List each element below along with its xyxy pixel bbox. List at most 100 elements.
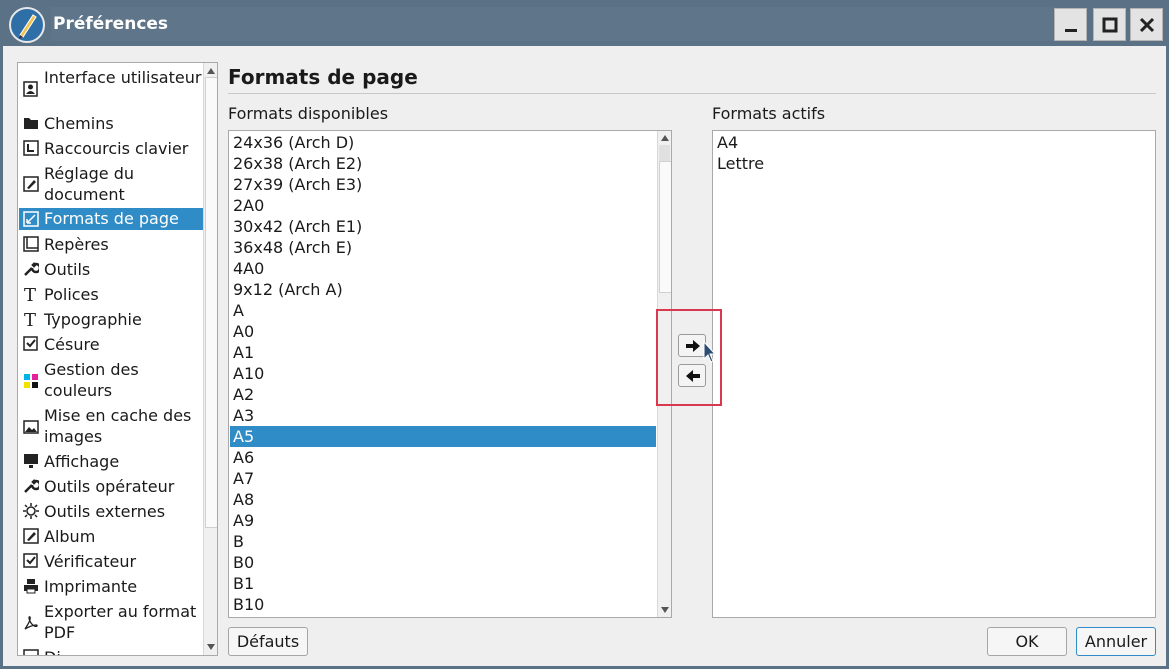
guides-icon (23, 236, 39, 252)
active-formats-list[interactable]: A4 Lettre (712, 130, 1156, 618)
sidebar-scroll-thumb[interactable] (205, 77, 217, 528)
sidebar-item-label: Polices (44, 285, 99, 304)
svg-text:T: T (24, 310, 36, 326)
sidebar-item-album[interactable]: Album (19, 526, 203, 547)
format-list-item[interactable]: A3 (230, 405, 656, 426)
format-list-item[interactable]: A10 (230, 363, 656, 384)
format-list-item[interactable]: 2A0 (230, 195, 656, 216)
printer-icon (24, 579, 38, 594)
page-size-icon (23, 211, 39, 227)
defaults-button[interactable]: Défauts (228, 627, 308, 656)
format-list-item[interactable]: 30x42 (Arch E1) (230, 216, 656, 237)
sidebar-item-label: Repères (44, 235, 109, 254)
active-format-item[interactable]: Lettre (714, 153, 1153, 174)
sidebar-item-cesure[interactable]: Césure (19, 334, 203, 355)
format-list-item[interactable]: A7 (230, 468, 656, 489)
scroll-up-icon[interactable] (661, 135, 669, 141)
active-formats-label: Formats actifs (712, 104, 826, 123)
format-list-item[interactable]: 24x36 (Arch D) (230, 132, 656, 153)
svg-text:T: T (24, 285, 36, 301)
minimize-button[interactable] (1054, 8, 1087, 41)
format-list-item[interactable]: 27x39 (Arch E3) (230, 174, 656, 195)
scroll-down-icon[interactable] (207, 644, 215, 650)
color-management-icon (24, 374, 38, 388)
sidebar-item-label: Typographie (44, 310, 142, 329)
sidebar-item-interface[interactable]: Interface utilisateur (19, 67, 203, 111)
sidebar-scrollbar[interactable] (203, 63, 217, 655)
maximize-icon (1102, 17, 1118, 33)
format-list-item[interactable]: A1 (230, 342, 656, 363)
add-format-button[interactable] (678, 334, 706, 357)
sidebar-item-label: Chemins (44, 114, 114, 133)
formats-scroll-track-upper[interactable] (659, 161, 671, 293)
sidebar-item-cache-images[interactable]: Mise en cache des images (19, 405, 203, 449)
format-list-item[interactable]: A0 (230, 321, 656, 342)
sidebar-item-label: Mise en cache des images (44, 406, 192, 446)
sidebar-item-chemins[interactable]: Chemins (19, 113, 203, 134)
remove-format-button[interactable] (678, 364, 706, 387)
sidebar-item-label: Formats de page (44, 209, 179, 228)
scroll-up-icon[interactable] (207, 68, 215, 74)
format-list-item[interactable]: A9 (230, 510, 656, 531)
format-list-item[interactable]: A6 (230, 447, 656, 468)
sidebar-item-label: Vérificateur (44, 552, 137, 571)
sidebar-item-outils-operateur[interactable]: Outils opérateur (19, 476, 203, 497)
sidebar-item-raccourcis[interactable]: Raccourcis clavier (19, 138, 203, 159)
preferences-window: Préférences Interface utilisateur Chemin… (0, 0, 1169, 669)
sidebar-item-export-pdf[interactable]: Exporter au format PDF (19, 601, 203, 645)
sidebar-item-imprimante[interactable]: Imprimante (19, 576, 203, 597)
sidebar-item-polices[interactable]: T Polices (19, 284, 203, 305)
font-icon: T (24, 285, 36, 301)
document-settings-icon (23, 176, 39, 192)
sidebar-item-formats-page[interactable]: Formats de page (19, 208, 203, 230)
typography-icon: T (24, 310, 36, 326)
format-list-item[interactable]: B (230, 531, 656, 552)
checkbox-icon (23, 336, 38, 351)
format-list-item[interactable]: A8 (230, 489, 656, 510)
sidebar-item-partial[interactable]: Di (19, 647, 203, 655)
ok-button[interactable]: OK (987, 627, 1067, 656)
document-icon (23, 649, 39, 655)
sidebar-item-reglage-document[interactable]: Réglage du document (19, 163, 203, 207)
format-list-item[interactable]: A (230, 300, 656, 321)
format-list-item[interactable]: 36x48 (Arch E) (230, 237, 656, 258)
sidebar-item-label: Album (44, 527, 96, 546)
sidebar-item-label: Gestion des couleurs (44, 360, 139, 400)
format-list-item[interactable]: B1 (230, 573, 656, 594)
app-logo-icon (9, 7, 45, 43)
available-formats-list[interactable]: 24x36 (Arch D) 26x38 (Arch E2) 27x39 (Arch… (228, 130, 672, 618)
format-list-item[interactable]: 9x12 (Arch A) (230, 279, 656, 300)
scroll-down-icon[interactable] (661, 607, 669, 613)
close-button[interactable] (1130, 8, 1163, 41)
format-list-item[interactable]: B10 (230, 594, 656, 615)
sidebar-item-reperes[interactable]: Repères (19, 234, 203, 255)
sidebar-item-verificateur[interactable]: Vérificateur (19, 551, 203, 572)
sidebar-item-typographie[interactable]: T Typographie (19, 309, 203, 330)
close-icon (1139, 17, 1155, 33)
cancel-button[interactable]: Annuler (1076, 627, 1156, 656)
sidebar-item-label: Raccourcis clavier (44, 139, 189, 158)
sidebar-item-label: Imprimante (44, 577, 138, 596)
sidebar-item-label: Outils (44, 260, 91, 279)
wrench-icon (24, 479, 39, 493)
sidebar-item-gestion-couleurs[interactable]: Gestion des couleurs (19, 359, 203, 403)
sidebar-item-outils-externes[interactable]: Outils externes (19, 501, 203, 522)
arrow-left-icon (686, 370, 700, 382)
title-bar[interactable]: Préférences (3, 3, 1166, 46)
window-title: Préférences (51, 7, 1053, 41)
formats-scroll-thumb[interactable] (659, 145, 670, 161)
format-list-item[interactable]: A2 (230, 384, 656, 405)
active-format-item[interactable]: A4 (714, 132, 1153, 153)
sidebar-item-outils[interactable]: Outils (19, 259, 203, 280)
sidebar-item-label: Césure (44, 335, 100, 354)
format-list-item[interactable]: B0 (230, 552, 656, 573)
preferences-sidebar: Interface utilisateur Chemins Raccourcis… (17, 62, 218, 656)
format-list-item[interactable]: 26x38 (Arch E2) (230, 153, 656, 174)
format-list-item[interactable]: A5 (230, 426, 656, 447)
format-list-item[interactable]: 4A0 (230, 258, 656, 279)
sidebar-item-affichage[interactable]: Affichage (19, 451, 203, 472)
checkbox-icon (23, 553, 38, 568)
keyboard-shortcut-icon (23, 140, 39, 156)
album-icon (23, 528, 39, 544)
maximize-button[interactable] (1093, 8, 1126, 41)
